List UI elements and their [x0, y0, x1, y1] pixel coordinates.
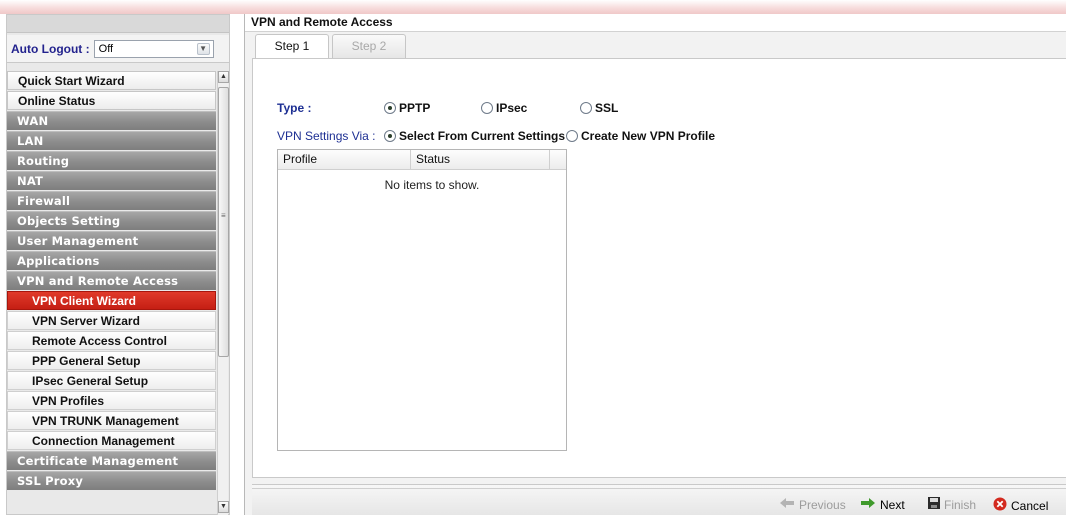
page-title: VPN and Remote Access — [245, 14, 1066, 32]
vpn-settings-via-label: VPN Settings Via : — [277, 129, 376, 143]
sidebar-item-user-management[interactable]: User Management — [7, 231, 216, 250]
footer-divider — [252, 488, 1066, 490]
radio-create-new-profile[interactable]: Create New VPN Profile — [566, 129, 715, 143]
sidebar-item-certificate-management[interactable]: Certificate Management — [7, 451, 216, 470]
chevron-down-icon: ▼ — [196, 42, 210, 55]
top-banner-strip — [0, 0, 1066, 14]
previous-arrow-icon — [779, 497, 795, 512]
profile-grid: Profile Status No items to show. — [277, 149, 567, 451]
sidebar-item-ssl-proxy[interactable]: SSL Proxy — [7, 471, 216, 490]
radio-ipsec[interactable]: IPsec — [481, 101, 527, 115]
radio-unselected-icon — [566, 130, 578, 142]
sidebar-item-vpn-server-wizard[interactable]: VPN Server Wizard — [7, 311, 216, 330]
sidebar-menu: Quick Start Wizard Online Status WAN LAN… — [7, 71, 216, 491]
sidebar-item-applications[interactable]: Applications — [7, 251, 216, 270]
sidebar-item-vpn-profiles[interactable]: VPN Profiles — [7, 391, 216, 410]
main-panel: VPN and Remote Access Step 1 Step 2 Type… — [244, 14, 1066, 515]
step-tabs: Step 1 Step 2 — [255, 34, 409, 59]
auto-logout-row: Auto Logout : Off ▼ — [7, 35, 229, 63]
radio-pptp-label: PPTP — [399, 101, 431, 115]
sidebar-item-routing[interactable]: Routing — [7, 151, 216, 170]
column-header-status[interactable]: Status — [411, 150, 550, 169]
sidebar-item-ipsec-general-setup[interactable]: IPsec General Setup — [7, 371, 216, 390]
finish-label: Finish — [944, 497, 977, 512]
wizard-footer: Previous Next Finish Cancel — [252, 484, 1066, 515]
type-label: Type : — [277, 101, 312, 115]
sidebar-item-quick-start-wizard[interactable]: Quick Start Wizard — [7, 71, 216, 90]
sidebar-header — [7, 15, 229, 33]
sidebar-item-objects-setting[interactable]: Objects Setting — [7, 211, 216, 230]
tab-step-2[interactable]: Step 2 — [332, 34, 406, 58]
radio-pptp[interactable]: PPTP — [384, 101, 430, 115]
radio-unselected-icon — [580, 102, 592, 114]
column-header-profile[interactable]: Profile — [278, 150, 411, 169]
sidebar-item-nat[interactable]: NAT — [7, 171, 216, 190]
auto-logout-select[interactable]: Off ▼ — [93, 39, 214, 58]
radio-ipsec-label: IPsec — [496, 101, 528, 115]
grid-header: Profile Status — [278, 150, 566, 170]
sidebar-item-lan[interactable]: LAN — [7, 131, 216, 150]
step-content: Type : PPTP IPsec SSL VPN Settings Via :… — [252, 58, 1066, 478]
previous-button[interactable]: Previous — [779, 497, 846, 512]
tab-step-1[interactable]: Step 1 — [255, 34, 329, 59]
grip-icon: ≡ — [221, 211, 226, 220]
sidebar-scrollbar[interactable]: ▲ ≡ ▼ — [217, 71, 229, 515]
radio-select-from-current-label: Select From Current Settings — [399, 129, 566, 143]
sidebar-item-wan[interactable]: WAN — [7, 111, 216, 130]
scroll-down-icon[interactable]: ▼ — [218, 501, 229, 513]
next-label: Next — [880, 497, 905, 512]
grid-empty-message: No items to show. — [384, 178, 480, 192]
sidebar-item-remote-access-control[interactable]: Remote Access Control — [7, 331, 216, 350]
radio-ssl-label: SSL — [595, 101, 619, 115]
previous-label: Previous — [799, 497, 846, 512]
sidebar-item-vpn-and-remote-access[interactable]: VPN and Remote Access — [7, 271, 216, 290]
sidebar-item-vpn-trunk-management[interactable]: VPN TRUNK Management — [7, 411, 216, 430]
sidebar-item-vpn-client-wizard[interactable]: VPN Client Wizard — [7, 291, 216, 310]
radio-unselected-icon — [481, 102, 493, 114]
radio-ssl[interactable]: SSL — [580, 101, 618, 115]
cancel-label: Cancel — [1011, 498, 1049, 513]
sidebar-item-connection-management[interactable]: Connection Management — [7, 431, 216, 450]
radio-selected-icon — [384, 102, 396, 114]
scroll-up-icon[interactable]: ▲ — [218, 71, 229, 83]
radio-selected-icon — [384, 130, 396, 142]
next-button[interactable]: Next — [860, 497, 905, 512]
save-disk-icon — [928, 497, 940, 512]
sidebar: Auto Logout : Off ▼ Quick Start Wizard O… — [6, 14, 230, 515]
scrollbar-thumb[interactable]: ≡ — [218, 87, 229, 357]
cancel-button[interactable]: Cancel — [993, 497, 1048, 514]
finish-button[interactable]: Finish — [928, 497, 976, 512]
sidebar-item-online-status[interactable]: Online Status — [7, 91, 216, 110]
radio-create-new-profile-label: Create New VPN Profile — [581, 129, 716, 143]
next-arrow-icon — [860, 497, 876, 512]
auto-logout-value: Off — [98, 42, 114, 55]
sidebar-item-firewall[interactable]: Firewall — [7, 191, 216, 210]
auto-logout-label: Auto Logout : — [11, 41, 90, 56]
radio-select-from-current[interactable]: Select From Current Settings — [384, 129, 565, 143]
sidebar-item-ppp-general-setup[interactable]: PPP General Setup — [7, 351, 216, 370]
cancel-x-icon — [993, 497, 1007, 514]
